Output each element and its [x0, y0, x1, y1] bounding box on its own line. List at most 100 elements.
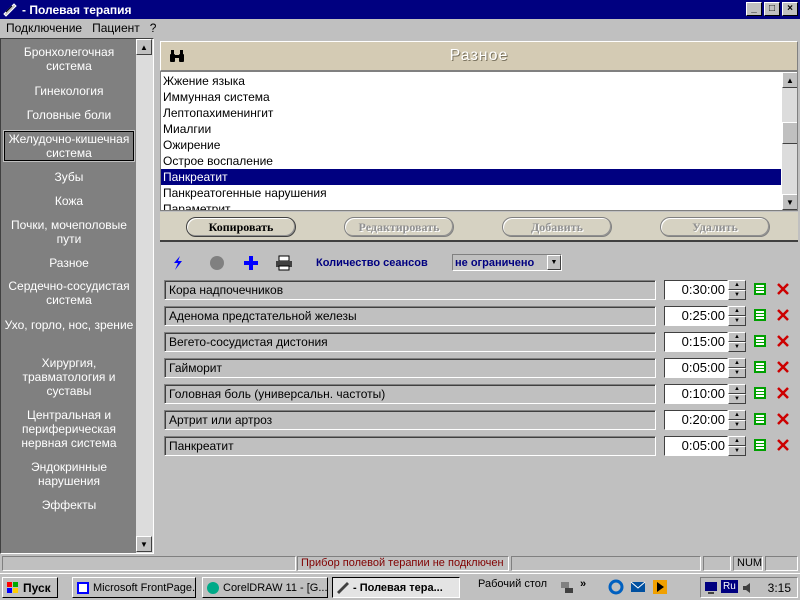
plus-icon[interactable] — [241, 254, 261, 272]
lightning-icon[interactable] — [168, 254, 188, 272]
sidebar-item-teeth[interactable]: Зубы — [4, 170, 134, 184]
list-scroll-thumb[interactable] — [782, 122, 797, 144]
edit-session-icon[interactable] — [753, 334, 767, 348]
chevron-down-icon[interactable]: ▼ — [547, 255, 561, 270]
session-duration-input[interactable]: 0:05:00 — [664, 436, 728, 456]
network-icon[interactable] — [560, 580, 574, 594]
outlook-icon[interactable] — [630, 579, 646, 595]
sidebar-item-gynecology[interactable]: Гинекология — [4, 84, 134, 98]
task-field-therapy[interactable]: - Полевая тера... — [332, 577, 460, 598]
spin-down-icon[interactable]: ▼ — [728, 316, 746, 326]
session-row[interactable]: Панкреатит 0:05:00 ▲ ▼ — [162, 435, 796, 457]
sidebar-item-gastrointestinal[interactable]: Желудочно-кишечная система — [3, 130, 135, 162]
spin-up-icon[interactable]: ▲ — [728, 358, 746, 368]
list-item[interactable]: Лептопахименингит — [161, 105, 781, 121]
session-duration-input[interactable]: 0:05:00 — [664, 358, 728, 378]
delete-session-icon[interactable] — [776, 308, 790, 322]
start-button[interactable]: Пуск — [2, 577, 58, 598]
list-scroll-up-button[interactable]: ▲ — [782, 72, 797, 88]
sidebar-item-kidneys[interactable]: Почки, мочеполовые пути — [4, 218, 134, 246]
session-name[interactable]: Головная боль (универсальн. частоты) — [164, 384, 656, 404]
session-name[interactable]: Панкреатит — [164, 436, 656, 456]
delete-session-icon[interactable] — [776, 438, 790, 452]
edit-button[interactable]: Редактировать — [344, 217, 454, 237]
desktop-toolbar-label[interactable]: Рабочий стол — [478, 578, 547, 590]
sidebar-scroll-up-button[interactable]: ▲ — [136, 39, 152, 55]
task-frontpage[interactable]: Microsoft FrontPage... — [72, 577, 196, 598]
menu-item-help[interactable]: ? — [150, 21, 157, 35]
edit-session-icon[interactable] — [753, 386, 767, 400]
sidebar-item-headaches[interactable]: Головные боли — [4, 108, 134, 122]
sidebar-item-ent[interactable]: Ухо, горло, нос, зрение — [4, 318, 134, 332]
list-item-selected[interactable]: Панкреатит — [161, 169, 781, 185]
maximize-button[interactable]: □ — [764, 2, 780, 16]
edit-session-icon[interactable] — [753, 438, 767, 452]
sidebar-item-cardiovascular[interactable]: Сердечно-сосудистая система — [4, 279, 134, 307]
spin-up-icon[interactable]: ▲ — [728, 332, 746, 342]
edit-session-icon[interactable] — [753, 308, 767, 322]
list-item[interactable]: Миалгии — [161, 121, 781, 137]
session-row[interactable]: Вегето-сосудистая дистония 0:15:00 ▲ ▼ — [162, 331, 796, 353]
spin-down-icon[interactable]: ▼ — [728, 290, 746, 300]
app-icon[interactable] — [2, 2, 18, 18]
session-duration-input[interactable]: 0:10:00 — [664, 384, 728, 404]
spin-up-icon[interactable]: ▲ — [728, 410, 746, 420]
session-name[interactable]: Вегето-сосудистая дистония — [164, 332, 656, 352]
session-name[interactable]: Аденома предстательной железы — [164, 306, 656, 326]
duration-spinner[interactable]: ▲ ▼ — [728, 436, 746, 456]
session-name[interactable]: Гайморит — [164, 358, 656, 378]
spin-down-icon[interactable]: ▼ — [728, 368, 746, 378]
menu-item-connection[interactable]: Подключение — [6, 21, 82, 35]
duration-spinner[interactable]: ▲ ▼ — [728, 280, 746, 300]
spin-up-icon[interactable]: ▲ — [728, 306, 746, 316]
sidebar-item-effects[interactable]: Эффекты — [4, 498, 134, 512]
delete-session-icon[interactable] — [776, 334, 790, 348]
spin-up-icon[interactable]: ▲ — [728, 280, 746, 290]
edit-session-icon[interactable] — [753, 412, 767, 426]
delete-session-icon[interactable] — [776, 360, 790, 374]
sidebar-item-misc[interactable]: Разное — [4, 256, 134, 270]
duration-spinner[interactable]: ▲ ▼ — [728, 384, 746, 404]
speaker-icon[interactable] — [741, 581, 755, 595]
session-name[interactable]: Кора надпочечников — [164, 280, 656, 300]
list-scroll-down-button[interactable]: ▼ — [782, 194, 797, 210]
session-duration-input[interactable]: 0:20:00 — [664, 410, 728, 430]
record-icon[interactable] — [207, 254, 227, 272]
sidebar-scroll-down-button[interactable]: ▼ — [136, 536, 152, 552]
session-row[interactable]: Гайморит 0:05:00 ▲ ▼ — [162, 357, 796, 379]
delete-session-icon[interactable] — [776, 412, 790, 426]
duration-spinner[interactable]: ▲ ▼ — [728, 358, 746, 378]
session-duration-input[interactable]: 0:25:00 — [664, 306, 728, 326]
menu-item-patient[interactable]: Пациент — [92, 21, 140, 35]
printer-icon[interactable] — [274, 254, 294, 272]
spin-down-icon[interactable]: ▼ — [728, 342, 746, 352]
list-item[interactable]: Жжение языка — [161, 73, 781, 89]
spin-down-icon[interactable]: ▼ — [728, 446, 746, 456]
spin-up-icon[interactable]: ▲ — [728, 436, 746, 446]
session-row[interactable]: Головная боль (универсальн. частоты) 0:10… — [162, 383, 796, 405]
list-scrollbar[interactable]: ▲ ▼ — [782, 72, 797, 210]
spin-down-icon[interactable]: ▼ — [728, 420, 746, 430]
task-coreldraw[interactable]: CorelDRAW 11 - [G... — [202, 577, 328, 598]
spin-up-icon[interactable]: ▲ — [728, 384, 746, 394]
delete-session-icon[interactable] — [776, 282, 790, 296]
sidebar-item-surgery[interactable]: Хирургия, травматология и суставы — [4, 356, 134, 398]
list-item[interactable]: Панкреатогенные нарушения — [161, 185, 781, 201]
session-row[interactable]: Кора надпочечников 0:30:00 ▲ ▼ — [162, 279, 796, 301]
sidebar-scrollbar[interactable]: ▲ ▼ — [136, 39, 153, 553]
copy-button[interactable]: Копировать — [186, 217, 296, 237]
spin-down-icon[interactable]: ▼ — [728, 394, 746, 404]
media-player-icon[interactable] — [652, 579, 668, 595]
sidebar-item-endocrine[interactable]: Эндокринные нарушения — [4, 460, 134, 488]
sessions-count-select[interactable]: не ограничено ▼ — [452, 254, 562, 271]
sidebar-item-nervous-system[interactable]: Центральная и периферическая нервная сис… — [4, 408, 134, 450]
duration-spinner[interactable]: ▲ ▼ — [728, 332, 746, 352]
delete-button[interactable]: Удалить — [660, 217, 770, 237]
edit-session-icon[interactable] — [753, 360, 767, 374]
session-row[interactable]: Аденома предстательной железы 0:25:00 ▲ ▼ — [162, 305, 796, 327]
minimize-button[interactable]: _ — [746, 2, 762, 16]
list-item[interactable]: Острое воспаление — [161, 153, 781, 169]
language-indicator[interactable]: Ru — [721, 580, 738, 593]
session-name[interactable]: Артрит или артроз — [164, 410, 656, 430]
delete-session-icon[interactable] — [776, 386, 790, 400]
